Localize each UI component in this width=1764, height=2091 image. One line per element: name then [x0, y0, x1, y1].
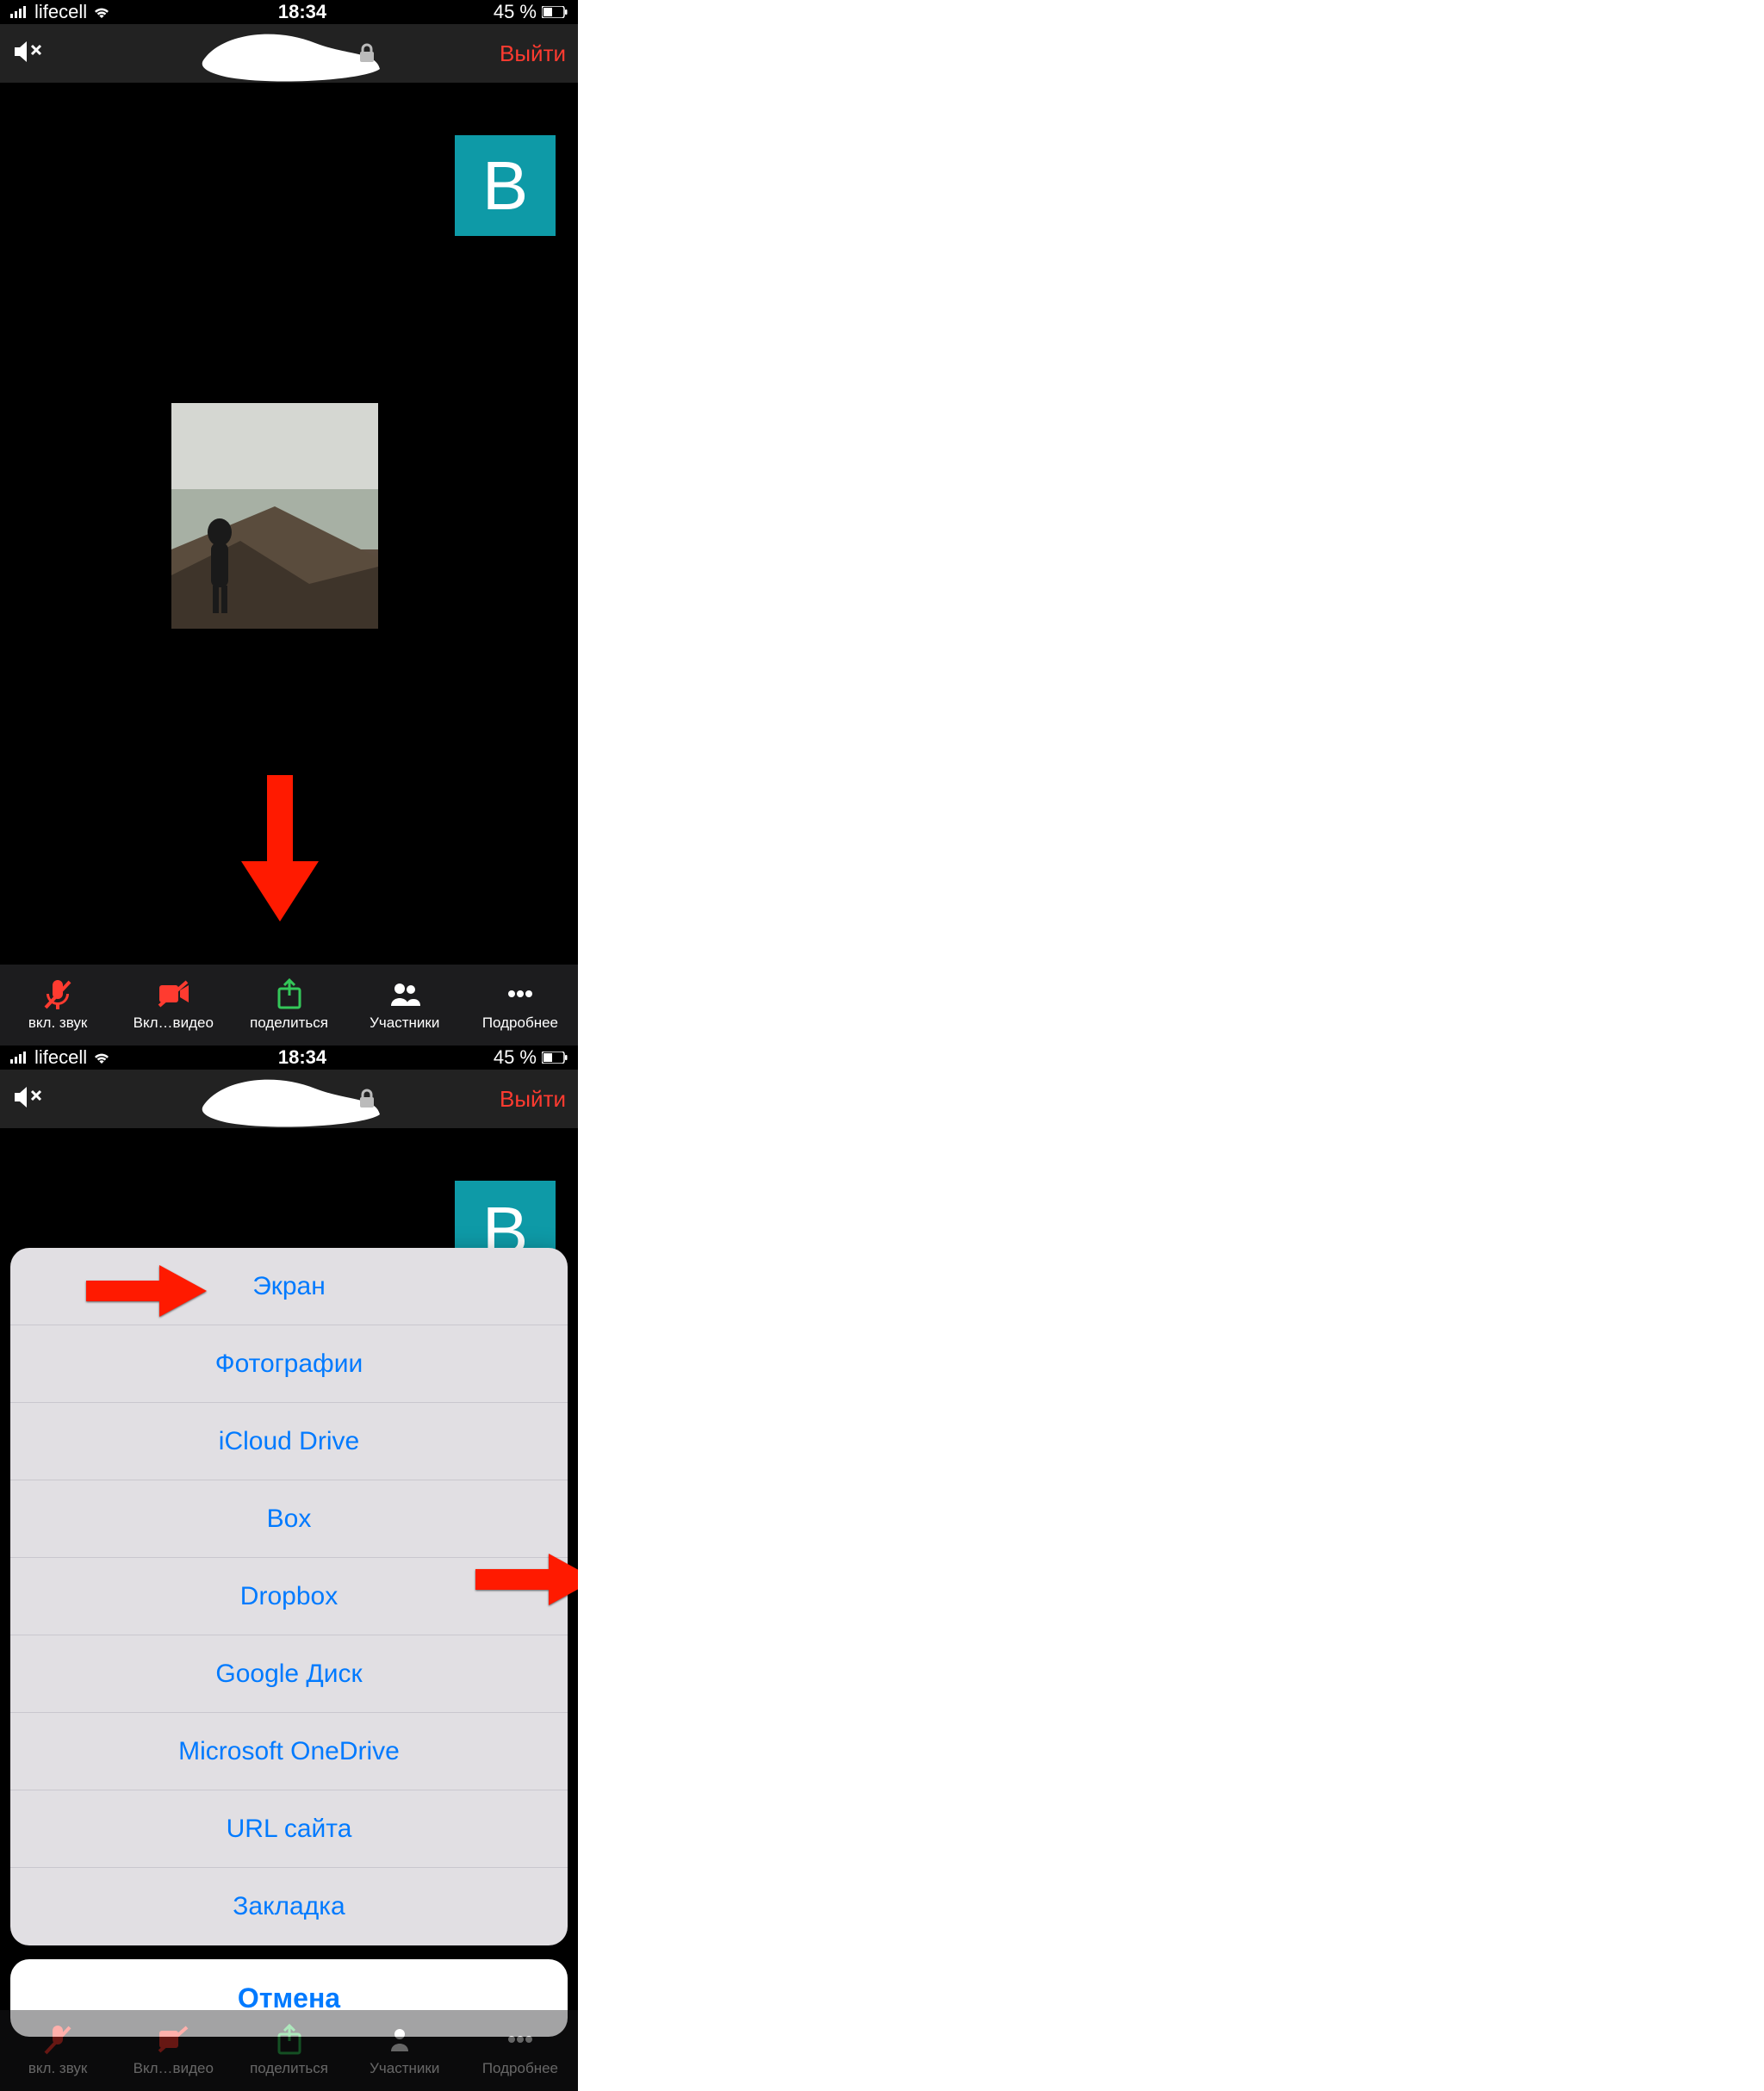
meeting-toolbar-dimmed: вкл. звук Вкл…видео поделиться Участники…	[0, 2010, 578, 2091]
toggle-video-label: Вкл…видео	[134, 1014, 214, 1032]
status-bar: lifecell 18:34 45 %	[0, 0, 578, 24]
lock-icon	[358, 43, 376, 68]
panel-zoom-main: lifecell 18:34 45 % Выйти B	[0, 0, 578, 1046]
share-label: поделиться	[250, 1014, 328, 1032]
share-button[interactable]: поделиться	[231, 977, 346, 1032]
meeting-title-redacted	[195, 26, 384, 82]
status-bar: lifecell 18:34 45 %	[0, 1046, 578, 1070]
carrier-label: lifecell	[34, 1046, 87, 1069]
share-option-dropbox[interactable]: Dropbox	[10, 1558, 568, 1635]
participants-button[interactable]: Участники	[347, 977, 463, 1032]
battery-icon	[542, 1, 568, 23]
signal-icon	[10, 1, 29, 23]
meeting-title-redacted	[195, 1071, 384, 1127]
toggle-audio-button[interactable]: вкл. звук	[0, 977, 115, 1032]
share-option-url[interactable]: URL сайта	[10, 1790, 568, 1868]
signal-icon	[10, 1046, 29, 1069]
speaker-off-icon[interactable]	[12, 1084, 43, 1114]
carrier-label: lifecell	[34, 1, 87, 23]
leave-button[interactable]: Выйти	[500, 1086, 566, 1113]
participants-label: Участники	[370, 1014, 439, 1032]
toggle-audio-label: вкл. звук	[28, 1014, 87, 1032]
share-option-screen[interactable]: Экран	[10, 1248, 568, 1325]
speaker-off-icon[interactable]	[12, 39, 43, 69]
battery-pct: 45 %	[494, 1046, 537, 1069]
meeting-toolbar: вкл. звук Вкл…видео поделиться Участники…	[0, 965, 578, 1046]
share-content-sheet: Экран Фотографии iCloud Drive Box Dropbo…	[10, 1248, 568, 1945]
share-option-bookmark[interactable]: Закладка	[10, 1868, 568, 1945]
self-video-thumbnail[interactable]	[171, 403, 378, 629]
meeting-header: Выйти	[0, 1070, 578, 1128]
battery-pct: 45 %	[494, 1, 537, 23]
clock: 18:34	[278, 1046, 326, 1069]
leave-button[interactable]: Выйти	[500, 40, 566, 67]
more-button[interactable]: Подробнее	[463, 977, 578, 1032]
share-option-icloud[interactable]: iCloud Drive	[10, 1403, 568, 1480]
lock-icon	[358, 1089, 376, 1114]
wifi-icon	[92, 1046, 111, 1069]
share-option-gdrive[interactable]: Google Диск	[10, 1635, 568, 1713]
participant-avatar: B	[455, 135, 556, 236]
clock: 18:34	[278, 1, 326, 23]
toggle-video-button[interactable]: Вкл…видео	[115, 977, 231, 1032]
wifi-icon	[92, 1, 111, 23]
share-option-photos[interactable]: Фотографии	[10, 1325, 568, 1403]
panel-share-sheet: lifecell 18:34 45 % Выйти B Экран Фотогр…	[0, 1046, 578, 2091]
meeting-header: Выйти	[0, 24, 578, 83]
more-label: Подробнее	[482, 1014, 558, 1032]
share-option-box[interactable]: Box	[10, 1480, 568, 1558]
battery-icon	[542, 1046, 568, 1069]
annotation-arrow-down	[241, 775, 319, 921]
share-option-onedrive[interactable]: Microsoft OneDrive	[10, 1713, 568, 1790]
